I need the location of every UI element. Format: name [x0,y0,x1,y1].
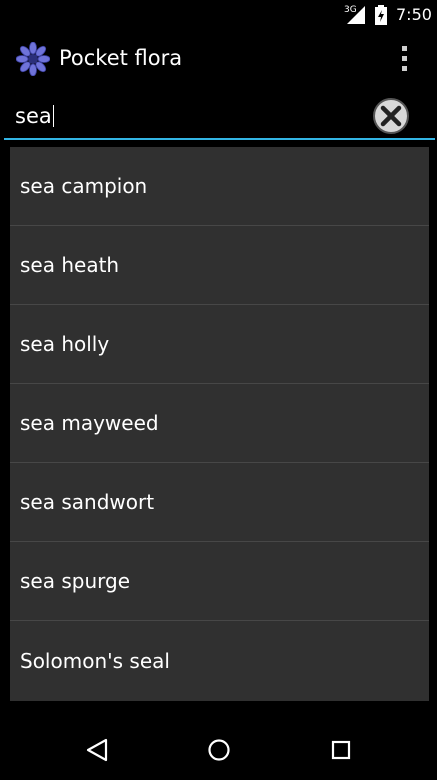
suggestion-item[interactable]: sea campion [10,147,429,226]
text-cursor [52,105,54,127]
suggestion-label: sea sandwort [20,490,155,514]
clock: 7:50 [396,5,432,24]
app-title: Pocket flora [59,46,183,70]
cornflower-logo-icon[interactable] [16,42,50,76]
suggestion-list: sea campion sea heath sea holly sea mayw… [10,147,429,701]
suggestion-item[interactable]: sea mayweed [10,384,429,463]
navigation-bar [0,720,437,780]
signal-icon [347,6,365,24]
recents-icon[interactable] [331,740,351,760]
suggestion-item[interactable]: Solomon's seal [10,621,429,700]
suggestion-item[interactable]: sea spurge [10,542,429,621]
overflow-menu-icon[interactable] [394,44,416,74]
search-input[interactable]: sea [4,88,435,140]
suggestion-label: sea campion [20,174,148,198]
suggestion-item[interactable]: sea holly [10,305,429,384]
suggestion-label: sea holly [20,332,110,356]
suggestion-label: Solomon's seal [20,648,170,673]
suggestion-label: sea heath [20,253,120,277]
suggestion-label: sea mayweed [20,411,159,435]
suggestion-item[interactable]: sea sandwort [10,463,429,542]
back-icon[interactable] [85,738,109,762]
battery-charging-icon [375,5,387,25]
clear-icon[interactable] [371,96,411,136]
status-bar: 3G 7:50 [0,0,437,30]
search-value: sea [15,104,52,128]
home-icon[interactable] [207,738,231,762]
action-bar: Pocket flora [0,30,437,86]
suggestion-label: sea spurge [20,569,130,593]
suggestion-item[interactable]: sea heath [10,226,429,305]
